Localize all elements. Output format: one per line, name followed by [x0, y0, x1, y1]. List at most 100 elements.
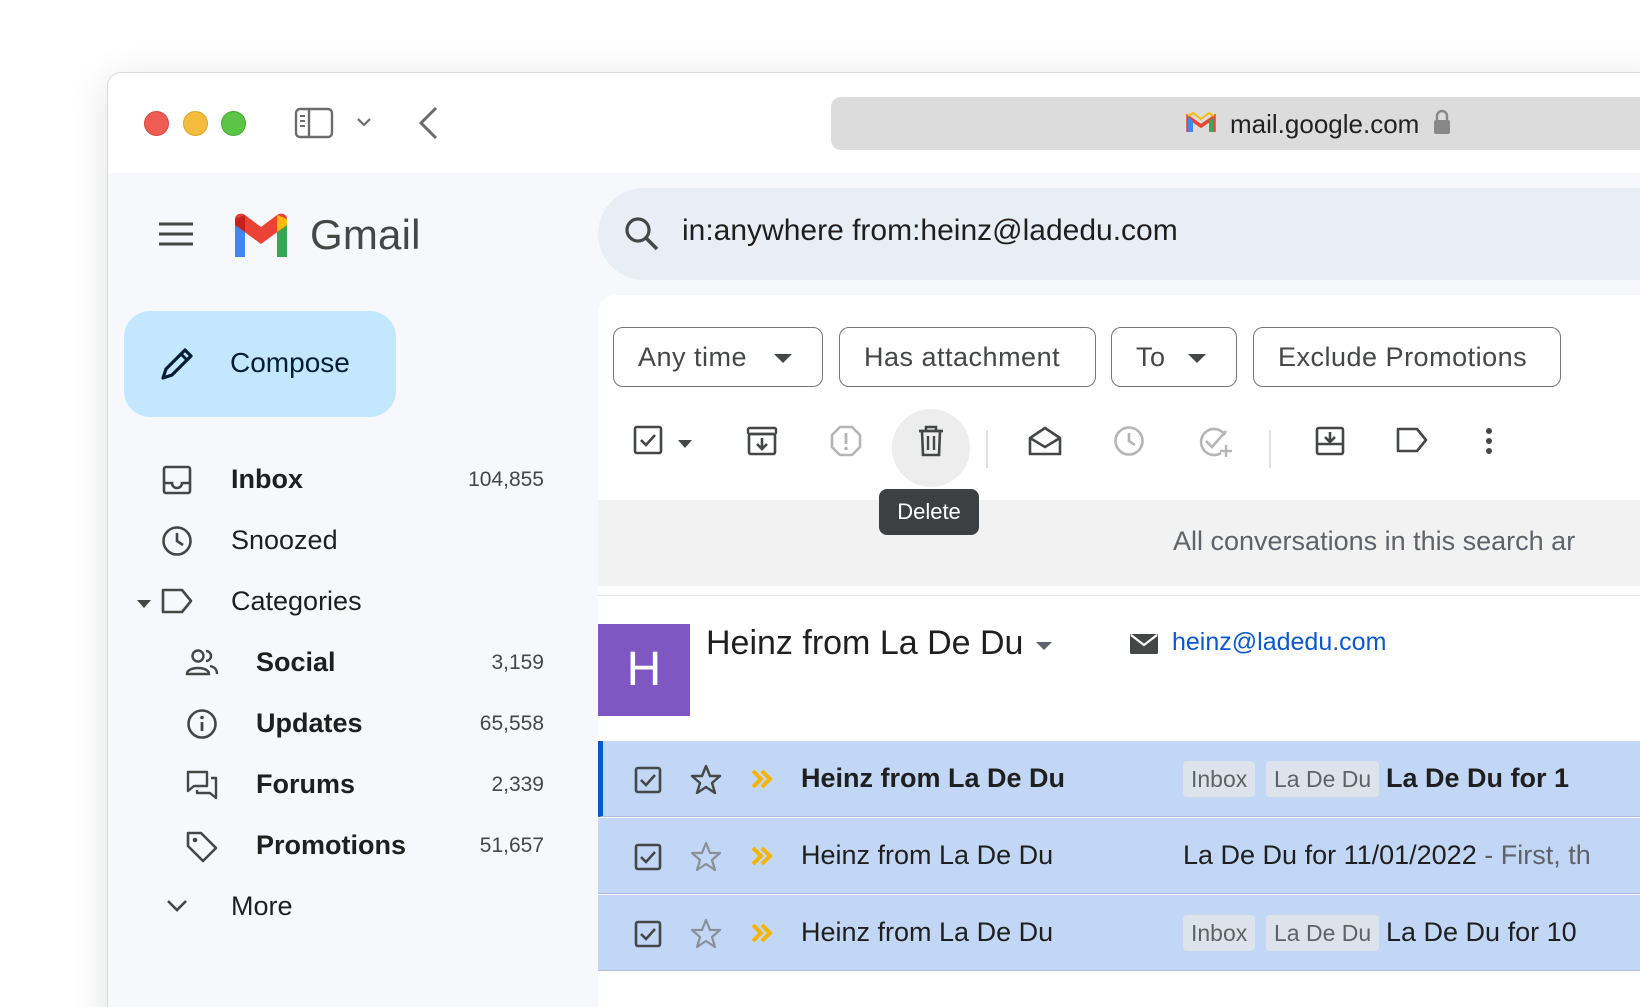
label-chip[interactable]: Inbox	[1183, 915, 1256, 951]
address-bar[interactable]: mail.google.com	[831, 97, 1640, 150]
move-to-icon[interactable]	[1314, 425, 1346, 462]
row-checkbox[interactable]	[634, 766, 662, 799]
minimize-window-button[interactable]	[183, 111, 208, 136]
search-input[interactable]: in:anywhere from:heinz@ladedu.com	[682, 214, 1178, 248]
back-arrow-icon[interactable]	[416, 105, 440, 146]
sidebar-item-categories[interactable]: Categories	[108, 574, 568, 630]
label-chip[interactable]: La De Du	[1266, 761, 1380, 797]
filter-label: Exclude Promotions	[1278, 342, 1528, 372]
row-subject: La De Du for 11/01/2022 - First, th	[1183, 840, 1591, 871]
label-chip[interactable]: Inbox	[1183, 761, 1256, 797]
row-subject: La De Du for 1	[1386, 763, 1570, 793]
toolbar-divider	[986, 430, 988, 468]
mark-as-read-icon[interactable]	[1028, 425, 1062, 462]
sender-card: H Heinz from La De Du heinz@ladedu.com	[598, 595, 1640, 735]
search-bar[interactable]: in:anywhere from:heinz@ladedu.com	[598, 188, 1640, 280]
sidebar-item-label: Updates	[256, 708, 363, 738]
filter-exclude-promotions[interactable]: Exclude Promotions	[1253, 327, 1561, 387]
gmail-logo-icon[interactable]	[231, 213, 291, 262]
filter-has-attachment[interactable]: Has attachment	[839, 327, 1096, 387]
caret-down-icon[interactable]	[136, 596, 152, 614]
sidebar-toggle-icon[interactable]	[294, 107, 334, 144]
tag-icon	[185, 830, 219, 869]
select-all-checkbox[interactable]	[633, 425, 663, 460]
delete-tooltip: Delete	[879, 489, 979, 535]
report-spam-icon[interactable]	[830, 425, 862, 462]
sidebar-item-count: 2,339	[491, 773, 544, 796]
row-checkbox[interactable]	[634, 920, 662, 953]
sidebar-item-count: 104,855	[468, 468, 544, 491]
search-icon[interactable]	[624, 216, 660, 257]
caret-down-icon[interactable]	[1036, 642, 1052, 650]
info-icon	[186, 708, 218, 745]
label-chip[interactable]: La De Du	[1266, 915, 1380, 951]
chevron-down-icon[interactable]	[356, 115, 372, 133]
avatar[interactable]: H	[598, 624, 690, 716]
clock-icon	[161, 525, 193, 562]
table-row[interactable]: Heinz from La De Du Inbox La De Du La De…	[598, 741, 1640, 817]
sidebar-item-inbox[interactable]: Inbox 104,855	[108, 452, 568, 508]
zoom-window-button[interactable]	[221, 111, 246, 136]
important-marker-icon[interactable]	[751, 923, 777, 948]
notice-text: All conversations in this search ar	[1173, 526, 1576, 556]
sidebar-item-label: Promotions	[256, 830, 407, 860]
filter-any-time[interactable]: Any time	[613, 327, 823, 387]
important-marker-icon[interactable]	[751, 846, 777, 871]
sender-email-link[interactable]: heinz@ladedu.com	[1172, 628, 1386, 657]
envelope-icon	[1130, 634, 1158, 659]
archive-icon[interactable]	[746, 425, 778, 462]
table-row[interactable]: Heinz from La De Du Inbox La De Du La De…	[598, 895, 1640, 971]
sidebar-item-forums[interactable]: Forums 2,339	[108, 757, 568, 813]
caret-down-icon	[774, 354, 792, 363]
main-menu-icon[interactable]	[158, 221, 194, 252]
sidebar-item-count: 65,558	[479, 712, 544, 735]
browser-window: mail.google.com Gmail Compose Inbox 104,…	[107, 72, 1640, 1007]
trash-icon[interactable]	[917, 425, 945, 462]
row-subject-text: La De Du for 11/01/2022	[1183, 840, 1477, 870]
url-text: mail.google.com	[1230, 109, 1420, 139]
compose-button[interactable]: Compose	[124, 311, 396, 417]
chevron-down-icon	[166, 899, 188, 918]
inbox-icon	[162, 464, 192, 501]
sender-name[interactable]: Heinz from La De Du	[706, 624, 1023, 663]
close-window-button[interactable]	[144, 111, 169, 136]
sidebar-item-updates[interactable]: Updates 65,558	[108, 696, 568, 752]
row-sender: Heinz from La De Du	[801, 763, 1066, 793]
sidebar-item-social[interactable]: Social 3,159	[108, 635, 568, 691]
star-icon[interactable]	[690, 764, 722, 799]
sidebar-item-promotions[interactable]: Promotions 51,657	[108, 818, 568, 874]
main-content: Any time Has attachment To Exclude Promo…	[598, 295, 1640, 1007]
row-checkbox[interactable]	[634, 843, 662, 876]
forum-icon	[185, 769, 219, 806]
table-row[interactable]: Heinz from La De Du La De Du for 11/01/2…	[598, 818, 1640, 894]
star-icon[interactable]	[690, 918, 722, 953]
sidebar-item-label: Categories	[231, 586, 362, 616]
lock-icon	[1433, 109, 1451, 140]
label-icon	[160, 586, 194, 621]
add-to-tasks-icon[interactable]	[1197, 425, 1233, 464]
sidebar-item-snoozed[interactable]: Snoozed	[108, 513, 568, 569]
select-menu-caret-icon[interactable]	[677, 436, 693, 454]
snooze-clock-icon[interactable]	[1113, 425, 1145, 462]
search-notice-banner: All conversations in this search ar	[598, 500, 1640, 586]
people-icon	[185, 647, 219, 682]
row-snippet: - First, th	[1476, 840, 1591, 870]
filter-to[interactable]: To	[1111, 327, 1237, 387]
pencil-icon	[158, 345, 196, 388]
sidebar-item-more[interactable]: More	[108, 879, 568, 935]
important-marker-icon[interactable]	[751, 769, 777, 794]
sidebar-item-label: Social	[256, 647, 336, 677]
filter-label: Has attachment	[864, 342, 1061, 372]
more-vert-icon[interactable]	[1484, 425, 1494, 462]
title-bar: mail.google.com	[108, 73, 1640, 173]
caret-down-icon	[1188, 354, 1206, 363]
sidebar-item-label: More	[231, 891, 293, 921]
gmail-wordmark: Gmail	[310, 211, 421, 258]
row-subject: La De Du for 10	[1386, 917, 1577, 947]
labels-icon[interactable]	[1395, 425, 1429, 460]
star-icon[interactable]	[690, 841, 722, 876]
sidebar-item-label: Inbox	[231, 464, 303, 494]
sidebar-item-count: 3,159	[491, 651, 544, 674]
filter-label: Any time	[638, 342, 748, 372]
sidebar-item-label: Snoozed	[231, 525, 338, 555]
